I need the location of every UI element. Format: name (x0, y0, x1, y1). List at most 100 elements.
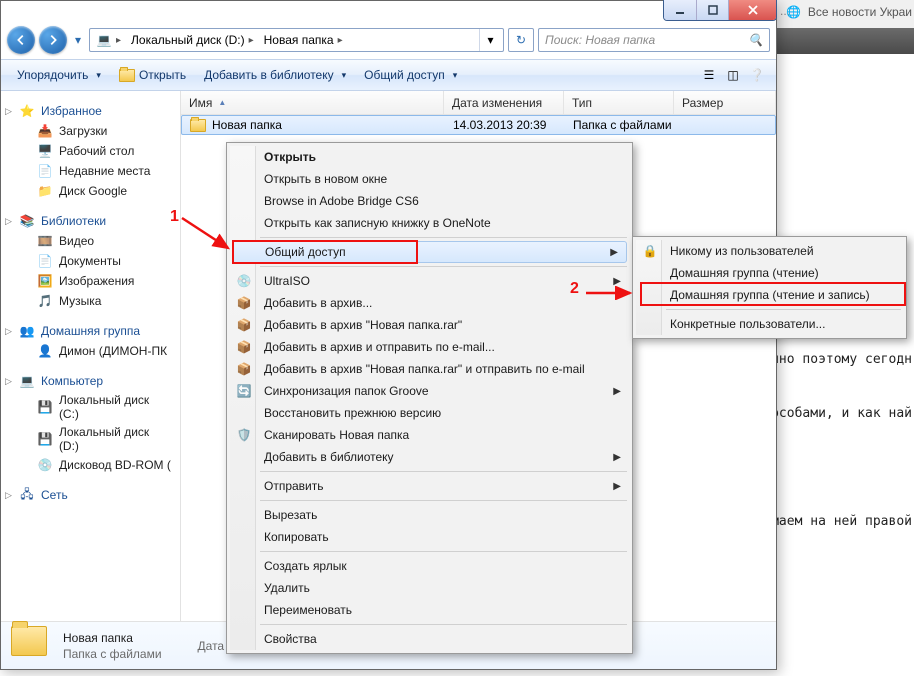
downloads-icon: 📥 (37, 123, 53, 139)
tb-help[interactable]: ❔ (746, 64, 768, 86)
ctx-bridge[interactable]: Browse in Adobe Bridge CS6 (230, 190, 629, 212)
ctx-open[interactable]: Открыть (230, 146, 629, 168)
bc-seg-folder[interactable]: Новая папка▸ (260, 29, 347, 51)
command-bar: Упорядочить Открыть Добавить в библиотек… (1, 59, 776, 91)
sidebar-item-desktop[interactable]: 🖥️Рабочий стол (1, 141, 180, 161)
ctx-groove[interactable]: 🔄Синхронизация папок Groove▶ (230, 380, 629, 402)
sidebar-item-documents[interactable]: 📄Документы (1, 251, 180, 271)
sidebar-item-hg-user[interactable]: 👤Димон (ДИМОН-ПК (1, 341, 180, 361)
ctx-shortcut[interactable]: Создать ярлык (230, 555, 629, 577)
sidebar-item-recent[interactable]: 📄Недавние места (1, 161, 180, 181)
ctx-restore[interactable]: Восстановить прежнюю версию (230, 402, 629, 424)
computer-icon: 💻 (96, 32, 112, 48)
sb-libraries-head[interactable]: ▷📚Библиотеки (1, 211, 180, 231)
computer-tree-icon: 💻 (19, 373, 35, 389)
annotation-arrow-2 (584, 286, 636, 300)
ctx-send[interactable]: Отправить▶ (230, 475, 629, 497)
winrar-icon: 📦 (236, 317, 252, 333)
nav-history-dropdown[interactable]: ▾ (71, 26, 85, 54)
disc-icon: 💿 (37, 457, 53, 473)
sub-specific[interactable]: Конкретные пользователи... (636, 313, 903, 335)
ctx-share[interactable]: Общий доступ▶ (232, 241, 627, 263)
network-icon: 🖧 (19, 487, 35, 503)
open-folder-icon (119, 67, 135, 83)
winrar-icon: 📦 (236, 339, 252, 355)
ctx-copy[interactable]: Копировать (230, 526, 629, 548)
sidebar-item-videos[interactable]: 🎞️Видео (1, 231, 180, 251)
col-type[interactable]: Тип (564, 91, 674, 114)
col-name[interactable]: Имя▲ (181, 91, 444, 114)
bg-text-line2: способами, и как най (755, 406, 912, 421)
annotation-number-2: 2 (570, 280, 579, 298)
drive-icon: 💾 (37, 431, 53, 447)
ctx-lib-add[interactable]: Добавить в библиотеку▶ (230, 446, 629, 468)
bc-seg-disk[interactable]: Локальный диск (D:)▸ (127, 29, 258, 51)
ctx-properties[interactable]: Свойства (230, 628, 629, 650)
sidebar-item-downloads[interactable]: 📥Загрузки (1, 121, 180, 141)
breadcrumb-dropdown[interactable]: ▾ (479, 29, 501, 51)
ctx-scan[interactable]: 🛡️Сканировать Новая папка (230, 424, 629, 446)
ctx-onenote[interactable]: Открыть как записную книжку в OneNote (230, 212, 629, 234)
nav-back-button[interactable] (7, 26, 35, 54)
tb-organize[interactable]: Упорядочить (9, 63, 109, 87)
file-row-selected[interactable]: Новая папка 14.03.2013 20:39 Папка с фай… (181, 115, 776, 135)
submenu-arrow-icon: ▶ (610, 247, 618, 258)
tb-preview-pane[interactable]: ◫ (722, 64, 744, 86)
sub-hg-write[interactable]: Домашняя группа (чтение и запись) (636, 284, 903, 306)
drive-icon: 💾 (37, 399, 53, 415)
tb-open[interactable]: Открыть (111, 63, 194, 87)
sb-network-head[interactable]: ▷🖧Сеть (1, 485, 180, 505)
pictures-icon: 🖼️ (37, 273, 53, 289)
lock-icon: 🔒 (642, 243, 658, 259)
scan-icon: 🛡️ (236, 427, 252, 443)
ctx-add-rar[interactable]: 📦Добавить в архив "Новая папка.rar" (230, 314, 629, 336)
ctx-cut[interactable]: Вырезать (230, 504, 629, 526)
tb-share[interactable]: Общий доступ (356, 63, 465, 87)
sb-computer-head[interactable]: ▷💻Компьютер (1, 371, 180, 391)
sub-hg-read[interactable]: Домашняя группа (чтение) (636, 262, 903, 284)
navigation-pane: ▷⭐Избранное 📥Загрузки 🖥️Рабочий стол 📄Не… (1, 91, 181, 621)
tb-view-options[interactable]: ☰ (698, 64, 720, 86)
groove-icon: 🔄 (236, 383, 252, 399)
ultraiso-icon: 💿 (236, 273, 252, 289)
sidebar-item-pictures[interactable]: 🖼️Изображения (1, 271, 180, 291)
search-input[interactable]: Поиск: Новая папка 🔍 (538, 28, 770, 52)
ctx-rename[interactable]: Переименовать (230, 599, 629, 621)
desktop-icon: 🖥️ (37, 143, 53, 159)
bg-tab-right: 🌐 Все новости Украи (786, 4, 912, 20)
bc-computer-icon[interactable]: 💻▸ (92, 29, 125, 51)
sidebar-item-disk-d[interactable]: 💾Локальный диск (D:) (1, 423, 180, 455)
user-icon: 👤 (37, 343, 53, 359)
sidebar-item-bdrom[interactable]: 💿Дисковод BD-ROM ( (1, 455, 180, 475)
sb-homegroup-head[interactable]: ▷👥Домашняя группа (1, 321, 180, 341)
tb-add-library[interactable]: Добавить в библиотеку (196, 63, 354, 87)
annotation-arrow-1 (178, 214, 234, 254)
minimize-button[interactable] (664, 0, 696, 20)
ctx-add-email[interactable]: 📦Добавить в архив и отправить по e-mail.… (230, 336, 629, 358)
ctx-add-rar-email[interactable]: 📦Добавить в архив "Новая папка.rar" и от… (230, 358, 629, 380)
context-menu: Открыть Открыть в новом окне Browse in A… (226, 142, 633, 654)
sidebar-item-music[interactable]: 🎵Музыка (1, 291, 180, 311)
sidebar-item-disk-c[interactable]: 💾Локальный диск (C:) (1, 391, 180, 423)
maximize-button[interactable] (696, 0, 728, 20)
gdrive-icon: 📁 (37, 183, 53, 199)
col-size[interactable]: Размер (674, 91, 776, 114)
bg-text-line1: енно поэтому сегодн (763, 352, 912, 367)
winrar-icon: 📦 (236, 295, 252, 311)
details-name: Новая папка (63, 631, 162, 645)
nav-forward-button[interactable] (39, 26, 67, 54)
video-icon: 🎞️ (37, 233, 53, 249)
sidebar-item-gdrive[interactable]: 📁Диск Google (1, 181, 180, 201)
breadcrumb[interactable]: 💻▸ Локальный диск (D:)▸ Новая папка▸ ▾ (89, 28, 504, 52)
sb-favorites-head[interactable]: ▷⭐Избранное (1, 101, 180, 121)
ctx-open-new[interactable]: Открыть в новом окне (230, 168, 629, 190)
refresh-button[interactable]: ↻ (508, 28, 534, 52)
ctx-delete[interactable]: Удалить (230, 577, 629, 599)
col-modified[interactable]: Дата изменения (444, 91, 564, 114)
homegroup-icon: 👥 (19, 323, 35, 339)
column-headers: Имя▲ Дата изменения Тип Размер (181, 91, 776, 115)
close-button[interactable] (728, 0, 776, 20)
refresh-icon: ↻ (516, 33, 526, 47)
context-submenu-share: 🔒Никому из пользователей Домашняя группа… (632, 236, 907, 339)
sub-none[interactable]: 🔒Никому из пользователей (636, 240, 903, 262)
